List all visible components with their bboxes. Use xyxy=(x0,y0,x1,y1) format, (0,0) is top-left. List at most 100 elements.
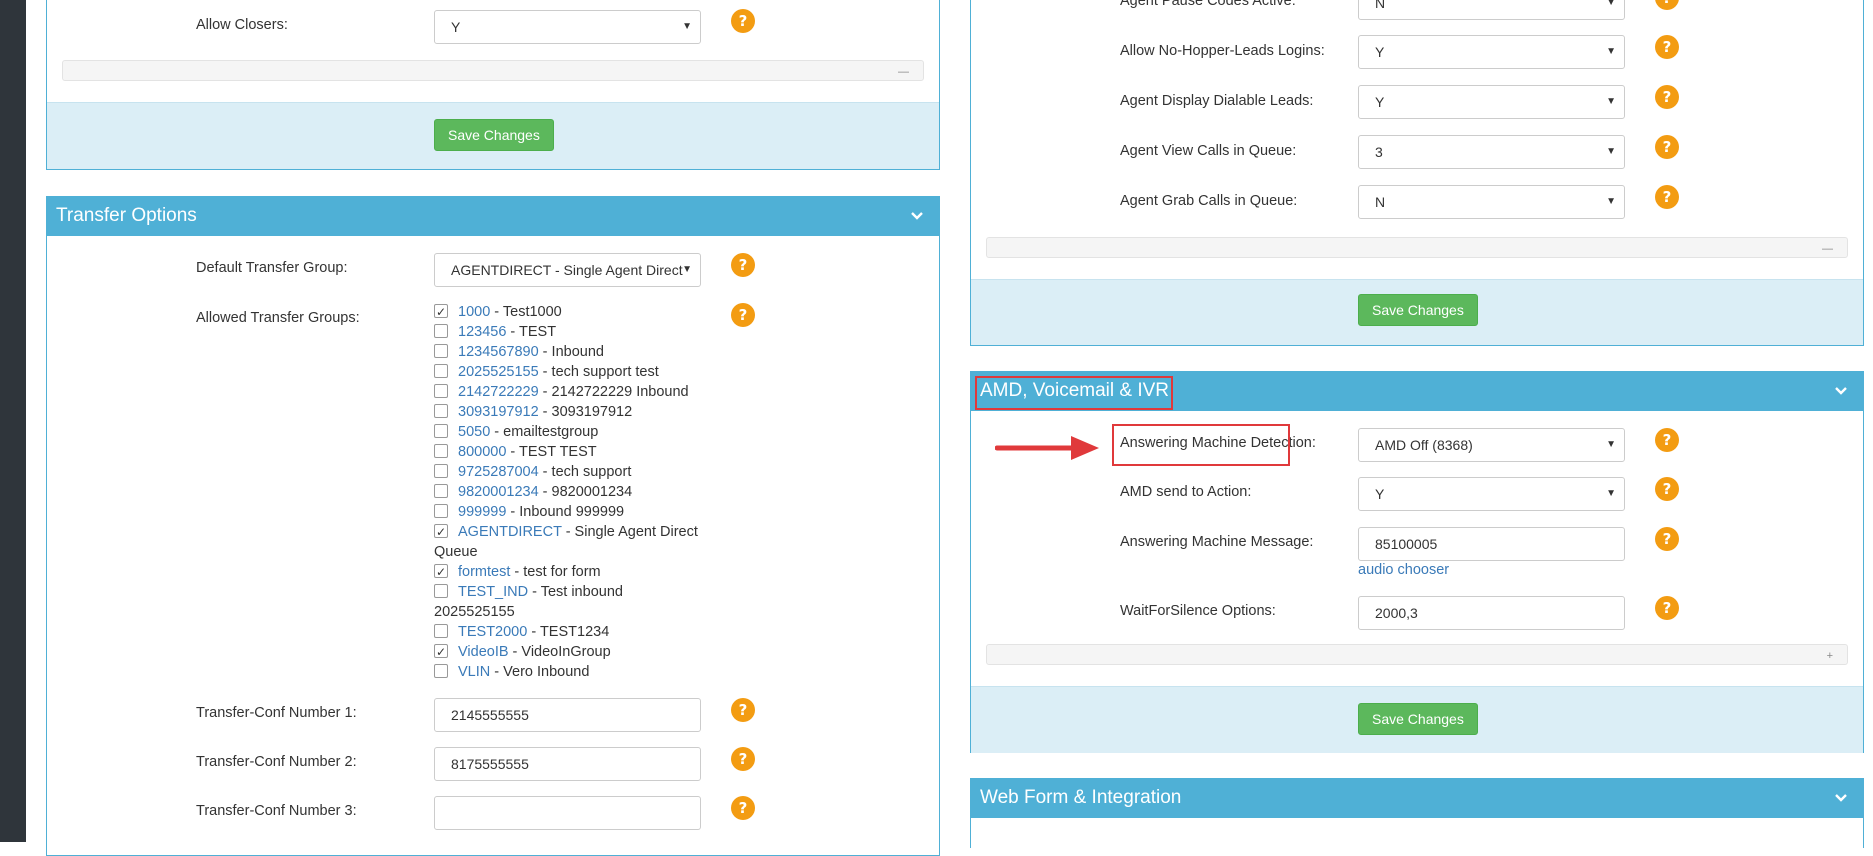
transfer-group-desc: - TEST xyxy=(506,324,557,340)
transfer-options-header[interactable]: Transfer Options xyxy=(46,196,940,236)
checkbox[interactable] xyxy=(434,522,448,542)
help-icon[interactable]: ? xyxy=(731,303,755,327)
checkbox[interactable] xyxy=(434,624,448,638)
panel-footer: Save Changes xyxy=(971,686,1863,753)
allow-closers-select[interactable]: Y ▼ xyxy=(434,10,701,44)
help-icon[interactable]: ? xyxy=(1655,0,1679,10)
transfer-group-item[interactable]: 9725287004 - tech support xyxy=(434,462,631,482)
checkbox[interactable] xyxy=(434,364,448,378)
transfer-group-item[interactable]: 800000 - TEST TEST xyxy=(434,442,597,462)
transfer-group-item[interactable]: 3093197912 - 3093197912 xyxy=(434,402,632,422)
wait-silence-input[interactable]: 2000,3 xyxy=(1358,596,1625,630)
transfer-group-id[interactable]: 3093197912 xyxy=(458,404,539,420)
transfer-group-item[interactable]: 9820001234 - 9820001234 xyxy=(434,482,632,502)
transfer-group-id[interactable]: 999999 xyxy=(458,504,506,520)
help-icon[interactable]: ? xyxy=(731,9,755,33)
checkbox[interactable] xyxy=(434,562,448,582)
chevron-down-icon[interactable] xyxy=(908,206,926,224)
transfer-group-item[interactable]: AGENTDIRECT - Single Agent Direct xyxy=(434,522,698,542)
highlight-box-amd-label xyxy=(1112,424,1290,466)
transfer-group-id[interactable]: 1000 xyxy=(458,304,490,320)
view-calls-label: Agent View Calls in Queue: xyxy=(1120,143,1297,159)
transfer-group-desc: - emailtestgroup xyxy=(490,424,599,440)
chevron-down-icon[interactable] xyxy=(1832,381,1850,399)
web-form-integration-header[interactable]: Web Form & Integration xyxy=(970,778,1864,818)
checkbox[interactable] xyxy=(434,404,448,418)
display-dialable-select[interactable]: Y ▼ xyxy=(1358,85,1625,119)
default-transfer-group-label: Default Transfer Group: xyxy=(196,260,348,276)
help-icon[interactable]: ? xyxy=(731,747,755,771)
am-message-input[interactable]: 85100005 xyxy=(1358,527,1625,561)
checkbox[interactable] xyxy=(434,484,448,498)
help-icon[interactable]: ? xyxy=(1655,85,1679,109)
checkbox[interactable] xyxy=(434,464,448,478)
transfer-conf-number-1-input[interactable]: 2145555555 xyxy=(434,698,701,732)
help-icon[interactable]: ? xyxy=(731,698,755,722)
plus-icon[interactable]: + xyxy=(1827,651,1833,662)
checkbox[interactable] xyxy=(434,504,448,518)
transfer-group-id[interactable]: VideoIB xyxy=(458,644,509,660)
default-transfer-group-select[interactable]: AGENTDIRECT - Single Agent Direct ▼ xyxy=(434,253,701,287)
transfer-group-item[interactable]: 123456 - TEST xyxy=(434,322,556,342)
help-icon[interactable]: ? xyxy=(1655,135,1679,159)
checkbox[interactable] xyxy=(434,584,448,598)
grab-calls-select[interactable]: N ▼ xyxy=(1358,185,1625,219)
transfer-group-id[interactable]: 800000 xyxy=(458,444,506,460)
save-changes-button[interactable]: Save Changes xyxy=(1358,703,1478,735)
help-icon[interactable]: ? xyxy=(1655,477,1679,501)
transfer-group-item[interactable]: VideoIB - VideoInGroup xyxy=(434,642,611,662)
transfer-group-item[interactable]: 2025525155 - tech support test xyxy=(434,362,659,382)
help-icon[interactable]: ? xyxy=(1655,527,1679,551)
audio-chooser-link[interactable]: audio chooser xyxy=(1358,562,1449,578)
help-icon[interactable]: ? xyxy=(1655,596,1679,620)
checkbox[interactable] xyxy=(434,302,448,322)
transfer-group-id[interactable]: TEST2000 xyxy=(458,624,527,640)
transfer-group-item[interactable]: TEST2000 - TEST1234 xyxy=(434,622,609,642)
checkbox[interactable] xyxy=(434,344,448,358)
checkbox[interactable] xyxy=(434,424,448,438)
pause-codes-select[interactable]: N ▼ xyxy=(1358,0,1625,20)
amd-action-select[interactable]: Y ▼ xyxy=(1358,477,1625,511)
checkbox[interactable] xyxy=(434,664,448,678)
transfer-group-item[interactable]: 1000 - Test1000 xyxy=(434,302,562,322)
checkbox[interactable] xyxy=(434,384,448,398)
transfer-group-item[interactable]: 1234567890 - Inbound xyxy=(434,342,604,362)
chevron-down-icon: ▼ xyxy=(682,21,692,32)
transfer-group-id[interactable]: formtest xyxy=(458,564,510,580)
transfer-group-item[interactable]: 5050 - emailtestgroup xyxy=(434,422,598,442)
no-hopper-value: Y xyxy=(1375,44,1385,60)
transfer-group-id[interactable]: 2025525155 xyxy=(458,364,539,380)
transfer-conf-number-2-input[interactable]: 8175555555 xyxy=(434,747,701,781)
transfer-group-item[interactable]: TEST_IND - Test inbound xyxy=(434,582,623,602)
transfer-group-item[interactable]: formtest - test for form xyxy=(434,562,601,582)
transfer-group-id[interactable]: 5050 xyxy=(458,424,490,440)
help-icon[interactable]: ? xyxy=(731,796,755,820)
transfer-group-id[interactable]: 9725287004 xyxy=(458,464,539,480)
checkbox[interactable] xyxy=(434,444,448,458)
transfer-group-id[interactable]: AGENTDIRECT xyxy=(458,524,562,540)
no-hopper-select[interactable]: Y ▼ xyxy=(1358,35,1625,69)
transfer-group-id[interactable]: 2142722229 xyxy=(458,384,539,400)
help-icon[interactable]: ? xyxy=(1655,35,1679,59)
save-changes-button[interactable]: Save Changes xyxy=(1358,294,1478,326)
checkbox[interactable] xyxy=(434,324,448,338)
minimize-icon[interactable]: — xyxy=(1822,244,1833,255)
minimize-icon[interactable]: — xyxy=(898,67,909,78)
chevron-down-icon[interactable] xyxy=(1832,788,1850,806)
save-changes-button[interactable]: Save Changes xyxy=(434,119,554,151)
view-calls-select[interactable]: 3 ▼ xyxy=(1358,135,1625,169)
transfer-group-item[interactable]: 2142722229 - 2142722229 Inbound xyxy=(434,382,689,402)
transfer-group-id[interactable]: TEST_IND xyxy=(458,584,528,600)
amd-select[interactable]: AMD Off (8368) ▼ xyxy=(1358,428,1625,462)
transfer-group-id[interactable]: VLIN xyxy=(458,664,490,680)
help-icon[interactable]: ? xyxy=(731,253,755,277)
transfer-group-item[interactable]: VLIN - Vero Inbound xyxy=(434,662,589,682)
transfer-group-id[interactable]: 9820001234 xyxy=(458,484,539,500)
help-icon[interactable]: ? xyxy=(1655,428,1679,452)
help-icon[interactable]: ? xyxy=(1655,185,1679,209)
checkbox[interactable] xyxy=(434,642,448,662)
transfer-conf-number-3-input[interactable] xyxy=(434,796,701,830)
transfer-group-id[interactable]: 123456 xyxy=(458,324,506,340)
transfer-group-id[interactable]: 1234567890 xyxy=(458,344,539,360)
transfer-group-item[interactable]: 999999 - Inbound 999999 xyxy=(434,502,624,522)
